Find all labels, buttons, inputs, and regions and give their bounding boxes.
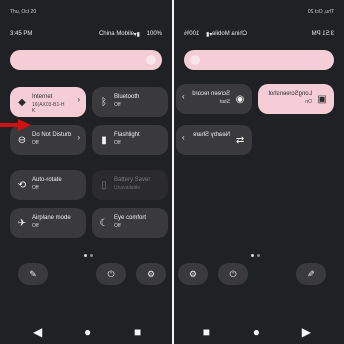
tile-airplane-mode[interactable]: ✈ Airplane mode Off <box>10 208 86 238</box>
power-button[interactable]: ⏻ <box>218 263 248 285</box>
page-dot <box>90 254 93 257</box>
signal-icons: ▾▮ <box>133 32 140 38</box>
tile-subtitle: Off <box>114 223 121 229</box>
quick-settings-panel-left: Thu, Oct 20 3:45 PM China Mobile ▾▮ 100%… <box>0 0 172 344</box>
signal-icons: ▾▮ <box>206 32 213 38</box>
tile-auto-rotate[interactable]: ⟲ Auto-rotate Off <box>10 170 86 200</box>
page-dot-active <box>251 254 254 257</box>
tile-screen-record[interactable]: ◉ Screen record Start › <box>176 84 252 114</box>
tile-long-screenshot[interactable]: ▣ LongScreenshot On <box>258 84 334 114</box>
tile-title: Auto-rotate <box>32 177 62 183</box>
status-bar: 3:51 PM China Mobile ▾▮ 100% <box>184 31 334 41</box>
tile-battery-saver[interactable]: ▯ Battery Saver Unavailable <box>92 170 168 200</box>
tile-flashlight[interactable]: ▮ Flashlight Off <box>92 125 168 155</box>
flashlight-icon: ▮ <box>101 134 107 146</box>
tile-title: Flashlight <box>114 132 140 138</box>
tile-title: Do Not Disturb <box>32 132 72 138</box>
tile-title: Screen record <box>192 91 230 97</box>
quick-settings-panel-right-mirrored: Thu, Oct 20 3:51 PM China Mobile ▾▮ 100%… <box>174 0 344 344</box>
tile-subtitle: Off <box>114 140 121 146</box>
tile-subtitle: Off <box>32 140 39 146</box>
settings-button[interactable]: ⚙ <box>136 263 166 285</box>
tile-subtitle: Off <box>32 185 39 191</box>
brightness-slider[interactable] <box>184 50 334 70</box>
clock: 3:45 PM <box>10 31 33 37</box>
date-label: Thu, Oct 20 <box>10 9 37 15</box>
status-bar: 3:45 PM China Mobile ▾▮ 100% <box>10 31 162 41</box>
tile-title: Nearby Share <box>192 132 230 138</box>
edit-icon: ✎ <box>307 268 315 279</box>
home-icon[interactable]: ● <box>84 325 91 339</box>
tile-subtitle-line-2: K <box>32 108 36 114</box>
brightness-thumb[interactable] <box>190 55 200 65</box>
carrier-label: China Mobile <box>212 31 248 37</box>
battery-percent: 100% <box>146 31 162 37</box>
screenshot-stage: Thu, Oct 20 3:45 PM China Mobile ▾▮ 100%… <box>0 0 344 344</box>
brightness-thumb[interactable] <box>146 55 156 65</box>
settings-icon: ⚙ <box>146 268 156 279</box>
tile-subtitle: Start <box>219 99 230 105</box>
chevron-right-icon: › <box>77 133 80 142</box>
airplane-icon: ✈ <box>17 217 27 229</box>
screen-record-icon: ◉ <box>235 93 245 105</box>
tile-internet[interactable]: ◆ Internet 16(AX03-B1-H K › <box>10 87 86 117</box>
tile-eye-comfort[interactable]: ☾ Eye comfort Off <box>92 208 168 238</box>
tile-title: Eye comfort <box>114 215 147 221</box>
recents-icon[interactable]: ■ <box>203 325 210 339</box>
power-icon: ⏻ <box>229 268 237 279</box>
battery-percent: 100% <box>184 31 200 37</box>
edit-button[interactable]: ✎ <box>18 263 48 285</box>
date-label: Thu, Oct 20 <box>307 9 334 15</box>
settings-icon: ⚙ <box>188 268 198 279</box>
tile-nearby-share[interactable]: ⇆ Nearby Share › <box>176 125 252 155</box>
page-dot-active <box>84 254 87 257</box>
nearby-share-icon: ⇆ <box>235 134 245 146</box>
tile-subtitle: 16(AX03-B1-H <box>32 102 65 108</box>
edit-icon: ✎ <box>29 268 37 279</box>
settings-button[interactable]: ⚙ <box>178 263 208 285</box>
auto-rotate-icon: ⟲ <box>17 179 27 191</box>
tile-title: Internet <box>32 94 53 100</box>
page-dot <box>257 254 260 257</box>
red-arrow-icon <box>0 119 31 131</box>
screenshot-icon: ▣ <box>317 93 327 105</box>
chevron-right-icon: › <box>182 92 185 101</box>
brightness-slider[interactable] <box>10 50 162 70</box>
carrier-label: China Mobile <box>98 31 134 37</box>
tile-subtitle: Unavailable <box>114 185 141 191</box>
do-not-disturb-icon: ⊖ <box>17 134 27 146</box>
tile-subtitle: On <box>305 99 312 105</box>
tile-bluetooth[interactable]: ᛒ Bluetooth Off <box>92 87 168 117</box>
tile-title: Battery Saver <box>114 177 151 183</box>
tile-title: Airplane mode <box>32 215 71 221</box>
battery-saver-icon: ▯ <box>101 179 107 191</box>
edit-button[interactable]: ✎ <box>296 263 326 285</box>
tile-subtitle: Off <box>32 223 39 229</box>
clock: 3:51 PM <box>311 31 334 37</box>
back-icon[interactable]: ◀ <box>302 325 311 339</box>
bluetooth-icon: ᛒ <box>101 96 107 108</box>
power-icon: ⏻ <box>107 268 115 279</box>
tile-title: LongScreenshot <box>268 91 312 97</box>
page-indicator <box>84 252 104 258</box>
tile-subtitle: Off <box>114 102 121 108</box>
back-icon[interactable]: ◀ <box>33 325 42 339</box>
home-icon[interactable]: ● <box>253 325 260 339</box>
eye-comfort-icon: ☾ <box>99 217 109 229</box>
tile-title: Bluetooth <box>114 94 140 100</box>
recents-icon[interactable]: ■ <box>134 325 141 339</box>
power-button[interactable]: ⏻ <box>96 263 126 285</box>
page-indicator <box>240 252 260 258</box>
chevron-right-icon: › <box>77 95 80 104</box>
chevron-right-icon: › <box>182 133 185 142</box>
wifi-icon: ◆ <box>18 96 26 108</box>
